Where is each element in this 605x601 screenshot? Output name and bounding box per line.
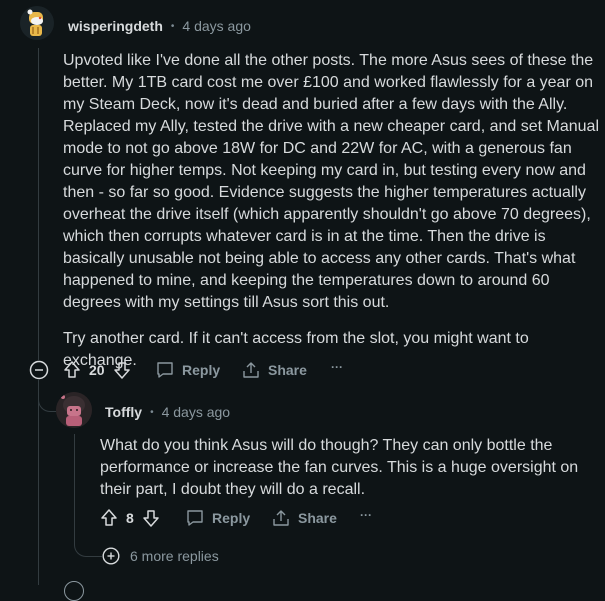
vote-bar: 8 — [100, 508, 160, 528]
separator-dot: • — [170, 20, 175, 32]
comment-bubble-icon — [187, 510, 203, 526]
collapse-button[interactable] — [29, 360, 49, 380]
share-button[interactable]: Share — [272, 509, 337, 527]
more-options-button[interactable]: ··· — [360, 508, 372, 522]
username[interactable]: wisperingdeth — [68, 18, 163, 34]
username[interactable]: Toffly — [105, 404, 142, 420]
more-replies-button[interactable]: 6 more replies — [102, 547, 219, 565]
more-options-button[interactable]: ··· — [331, 360, 343, 374]
share-icon — [243, 362, 259, 378]
downvote-button[interactable] — [113, 360, 131, 380]
downvote-icon — [113, 362, 130, 379]
next-comment-avatar-partial — [64, 581, 84, 601]
avatar[interactable] — [56, 392, 92, 428]
expand-plus-icon — [102, 547, 120, 565]
comment-body: What do you think Asus will do though? T… — [100, 435, 605, 515]
share-label: Share — [298, 510, 337, 526]
snoo-avatar-icon — [20, 6, 54, 40]
comment-paragraph: Upvoted like I've done all the other pos… — [63, 52, 599, 311]
downvote-button[interactable] — [142, 508, 160, 528]
reply-button[interactable]: Reply — [186, 509, 250, 527]
share-label: Share — [268, 362, 307, 378]
thread-connector — [74, 519, 102, 557]
user-avatar-icon — [56, 392, 92, 428]
comment-body: Upvoted like I've done all the other pos… — [63, 50, 603, 386]
thread-line[interactable] — [74, 434, 75, 524]
thread-line[interactable] — [38, 380, 39, 585]
timestamp[interactable]: 4 days ago — [162, 404, 231, 420]
separator-dot: • — [150, 406, 154, 418]
thread-connector — [38, 384, 56, 412]
more-options-icon: ··· — [360, 508, 372, 522]
share-button[interactable]: Share — [242, 361, 307, 379]
thread-line[interactable] — [38, 48, 39, 362]
comment-header: Toffly • 4 days ago — [105, 404, 230, 420]
score: 20 — [89, 362, 105, 378]
score: 8 — [126, 510, 134, 526]
avatar[interactable] — [20, 6, 54, 40]
upvote-button[interactable] — [100, 508, 118, 528]
vote-bar: 20 — [63, 360, 131, 380]
upvote-button[interactable] — [63, 360, 81, 380]
comment-paragraph: What do you think Asus will do though? T… — [100, 437, 579, 498]
collapse-icon — [29, 360, 49, 380]
upvote-icon — [101, 509, 117, 526]
downvote-icon — [143, 510, 159, 527]
upvote-icon — [64, 361, 80, 378]
reply-button[interactable]: Reply — [156, 361, 220, 379]
more-replies-label: 6 more replies — [130, 548, 219, 564]
reply-label: Reply — [212, 510, 251, 526]
more-options-icon: ··· — [331, 360, 343, 374]
comment-bubble-icon — [157, 362, 173, 378]
share-icon — [273, 510, 289, 526]
timestamp[interactable]: 4 days ago — [182, 18, 251, 34]
comment-header: wisperingdeth • 4 days ago — [68, 18, 251, 34]
reply-label: Reply — [182, 362, 221, 378]
